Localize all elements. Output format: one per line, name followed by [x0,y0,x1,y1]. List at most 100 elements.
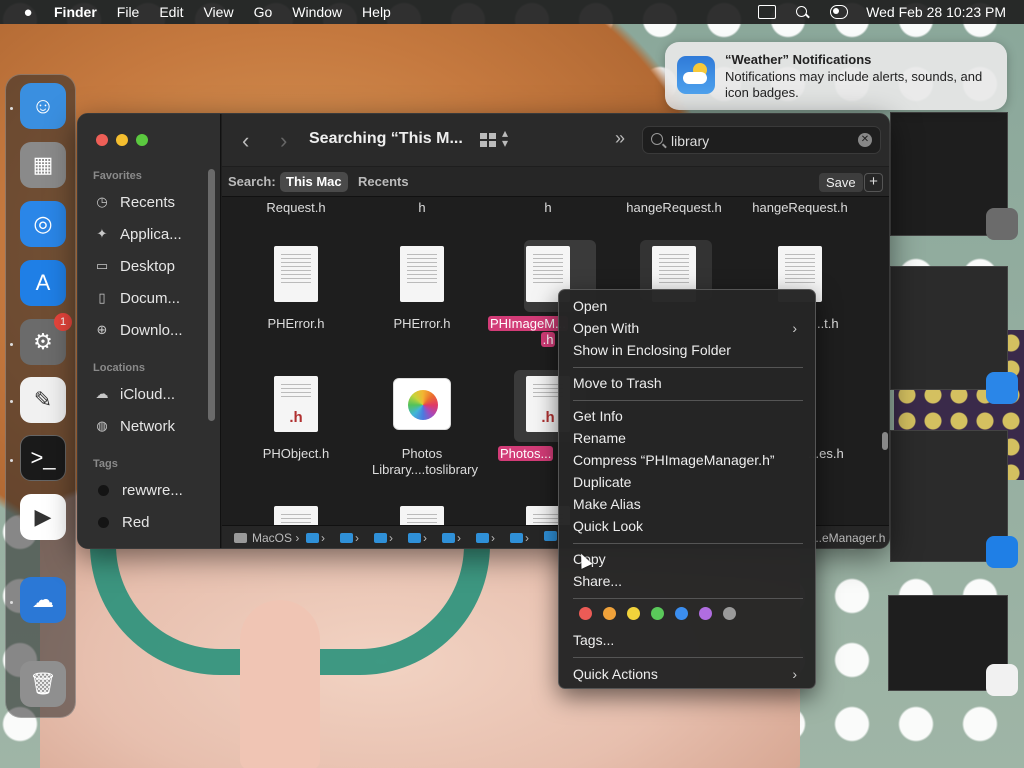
menu-item-make-alias[interactable]: Make Alias [573,494,803,514]
scope-this-mac-button[interactable]: This Mac [280,172,348,192]
dock-finder-icon[interactable]: ☺ [20,83,66,129]
back-icon[interactable]: ‹ [242,128,249,154]
stage-window-thumbnail[interactable] [890,266,1008,390]
file-item[interactable]: PHError.h [236,246,356,336]
document-icon: ▯ [98,290,106,305]
menu-file[interactable]: File [117,4,140,20]
folder-icon [374,533,387,543]
menu-item-get-info[interactable]: Get Info [573,406,803,426]
path-item-folder[interactable]: › [340,531,359,545]
tag-red-icon[interactable] [579,607,592,620]
sidebar-item-documents[interactable]: ▯ Docum... [94,287,180,309]
menu-item-rename[interactable]: Rename [573,428,803,448]
scope-recents-button[interactable]: Recents [352,172,415,192]
file-item[interactable]: hangeRequest.h [740,200,860,216]
spotlight-search-icon[interactable] [794,5,812,19]
path-item-folder[interactable]: › [476,531,495,545]
menu-item-tags[interactable]: Tags... [573,630,803,650]
sidebar-item-network[interactable]: ◍ Network [94,415,175,437]
sidebar-item-downloads[interactable]: ⊕ Downlo... [94,319,183,341]
file-item[interactable]: .h PHObject.h [236,376,356,476]
menu-item-quick-actions[interactable]: Quick Actions › [573,664,803,684]
add-criteria-button[interactable]: + [864,173,883,192]
menu-clock[interactable]: Wed Feb 28 10:23 PM [866,4,1006,20]
path-item-folder[interactable] [544,531,559,541]
menu-item-label: Open With [573,320,640,336]
menu-item-move-to-trash[interactable]: Move to Trash [573,373,803,393]
path-item-macos[interactable]: MacOS › [234,531,299,545]
path-item-folder[interactable]: › [306,531,325,545]
tag-purple-icon[interactable] [699,607,712,620]
sidebar-item-recents[interactable]: ◷ Recents [94,191,175,213]
path-item-folder[interactable]: › [510,531,529,545]
close-window-button[interactable] [96,134,108,146]
tag-orange-icon[interactable] [603,607,616,620]
sidebar-scrollbar[interactable] [208,169,215,421]
menu-help[interactable]: Help [362,4,391,20]
file-item[interactable]: Photos Library....toslibrary [362,376,482,477]
sidebar-item-desktop[interactable]: ▭ Desktop [94,255,175,277]
stage-app-store-icon[interactable] [986,536,1018,568]
file-item[interactable]: h [362,200,482,216]
sidebar-tag-red[interactable]: Red [94,511,150,533]
path-item-folder[interactable]: › [408,531,427,545]
tag-blue-icon[interactable] [675,607,688,620]
menu-go[interactable]: Go [254,4,273,20]
menu-item-show-in-enclosing-folder[interactable]: Show in Enclosing Folder [573,340,803,360]
dock-weather-icon[interactable]: ☁ [20,577,66,623]
sidebar-item-applications[interactable]: ✦ Applica... [94,223,182,245]
launchpad-icon: ▦ [32,152,54,177]
tag-green-icon[interactable] [651,607,664,620]
menu-edit[interactable]: Edit [159,4,183,20]
view-options-chevron-icon[interactable]: ▴ ▾ [502,127,508,149]
file-item[interactable]: Request.h [236,200,356,216]
minimize-window-button[interactable] [116,134,128,146]
menu-item-share[interactable]: Share... [573,571,803,591]
search-field[interactable]: ✕ [642,126,881,154]
menu-item-duplicate[interactable]: Duplicate [573,472,803,492]
header-file-icon [400,246,444,302]
forward-icon[interactable]: › [280,128,287,154]
sidebar-item-icloud[interactable]: ☁ iCloud... [94,383,176,405]
clear-search-icon[interactable]: ✕ [858,133,872,147]
dock-play-store-icon[interactable]: ▶ [20,494,66,540]
content-scrollbar[interactable] [882,432,888,450]
stage-system-settings-icon[interactable] [986,208,1018,240]
dock-terminal-icon[interactable]: >_ [20,435,66,481]
menu-item-open-with[interactable]: Open With › [573,318,803,338]
dock-trash-icon[interactable]: 🗑 [20,661,66,707]
zoom-window-button[interactable] [136,134,148,146]
dock-textedit-icon[interactable]: ✎ [20,377,66,423]
menu-bar: ● Finder File Edit View Go Window Help W… [0,0,1024,24]
tag-yellow-icon[interactable] [627,607,640,620]
sidebar-tag-rewwre[interactable]: rewwre... [94,479,183,501]
file-item[interactable]: hangeRequest.h [614,200,734,216]
tag-gray-icon[interactable] [723,607,736,620]
file-item[interactable]: h [488,200,608,216]
stage-textedit-icon[interactable] [986,664,1018,696]
menu-view[interactable]: View [203,4,233,20]
path-item-folder[interactable]: › [442,531,461,545]
weather-notification[interactable]: “Weather” Notifications Notifications ma… [665,42,1007,110]
save-search-button[interactable]: Save [819,173,863,192]
apple-menu-icon[interactable]: ● [18,4,38,21]
path-item-folder[interactable]: › [374,531,393,545]
dock-launchpad-icon[interactable]: ▦ [20,142,66,188]
dock-app-store-icon[interactable]: A [20,260,66,306]
menu-window[interactable]: Window [292,4,342,20]
menu-item-open[interactable]: Open [573,296,803,316]
menu-item-compress[interactable]: Compress “PHImageManager.h” [573,450,803,470]
screen-mirroring-icon[interactable] [758,5,777,19]
toolbar-overflow-icon[interactable]: » [615,128,625,149]
dock-system-settings-icon[interactable]: ⚙ 1 [20,313,72,365]
menu-item-quick-look[interactable]: Quick Look [573,516,803,536]
menu-app-name[interactable]: Finder [54,4,97,20]
file-item[interactable]: PHError.h [362,246,482,336]
search-input[interactable] [671,131,841,151]
dock-safari-icon[interactable]: ◎ [20,201,66,247]
menu-item-copy[interactable]: Copy [573,549,803,569]
path-item-file[interactable]: ...eManager.h [812,531,885,545]
control-center-icon[interactable] [830,5,849,19]
stage-safari-icon[interactable] [986,372,1018,404]
grid-view-icon[interactable] [480,133,496,147]
